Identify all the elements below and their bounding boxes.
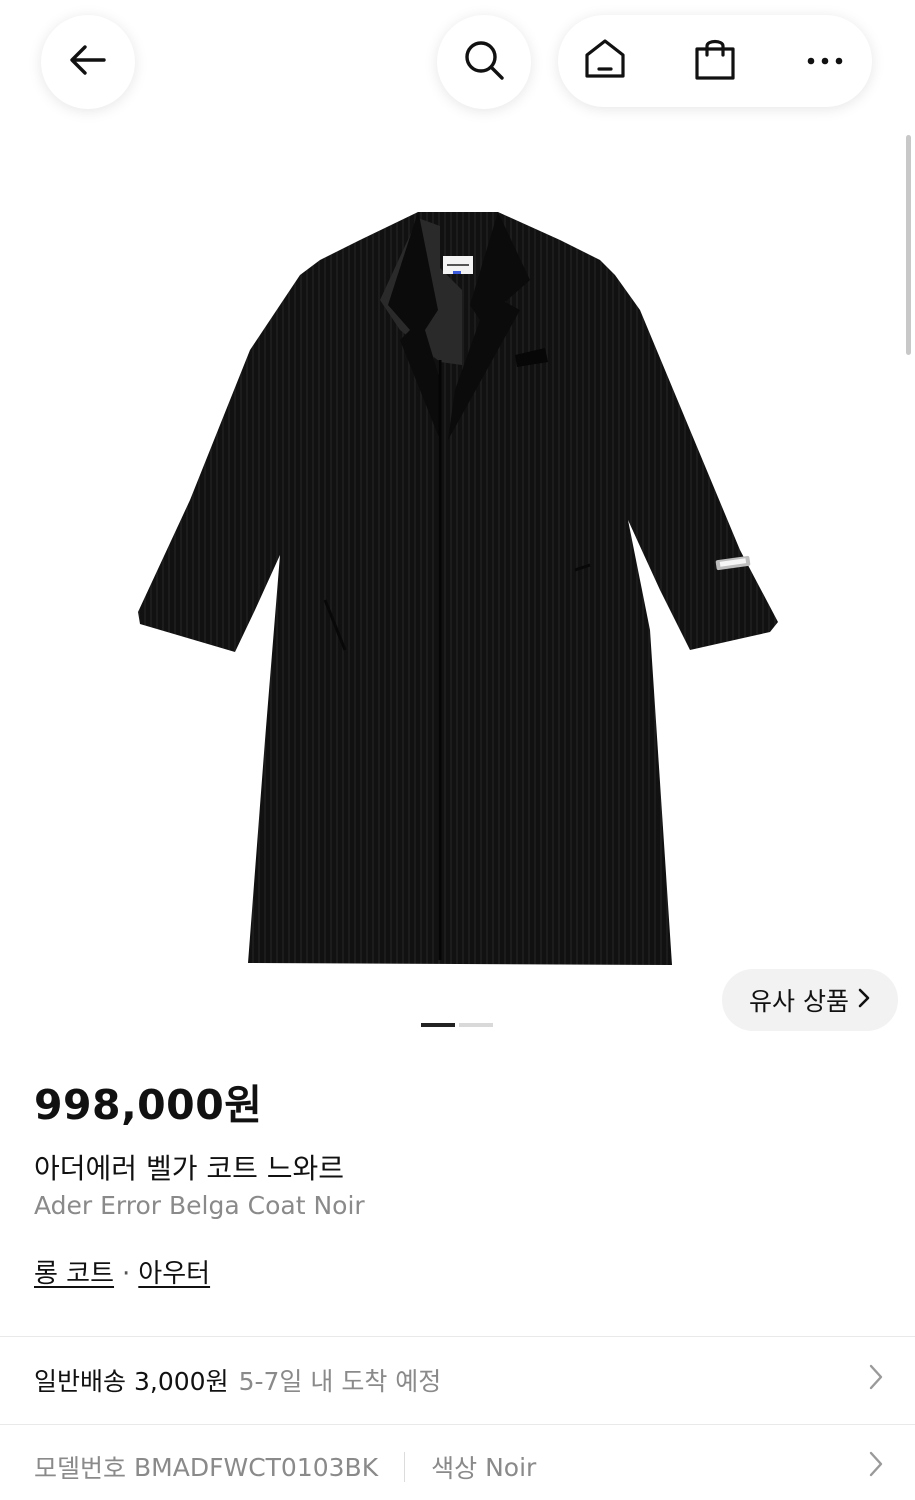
category-link-long-coat[interactable]: 롱 코트 bbox=[34, 1259, 114, 1289]
shipping-label: 일반배송 bbox=[34, 1367, 127, 1396]
search-icon bbox=[462, 38, 506, 86]
chevron-right-icon bbox=[868, 1363, 884, 1397]
color-value: Noir bbox=[485, 1452, 537, 1482]
chevron-right-icon bbox=[868, 1450, 884, 1484]
category-separator: · bbox=[122, 1259, 131, 1289]
nav-actions-group bbox=[558, 15, 872, 107]
product-name-english: Ader Error Belga Coat Noir bbox=[34, 1191, 365, 1220]
chevron-right-icon bbox=[857, 986, 871, 1015]
arrow-left-icon bbox=[66, 38, 110, 86]
home-icon bbox=[582, 36, 628, 86]
more-horizontal-icon bbox=[805, 52, 845, 71]
carousel-dot[interactable] bbox=[459, 1023, 493, 1027]
shipping-info-row[interactable]: 일반배송 3,000원 5-7일 내 도착 예정 bbox=[34, 1345, 884, 1415]
home-button[interactable] bbox=[558, 15, 652, 107]
shipping-fee: 3,000원 bbox=[134, 1367, 229, 1396]
shopping-bag-icon bbox=[692, 36, 738, 86]
similar-products-label: 유사 상품 bbox=[749, 987, 849, 1016]
similar-products-button[interactable]: 유사 상품 bbox=[722, 969, 898, 1031]
top-navigation-bar bbox=[0, 0, 915, 130]
divider-vertical bbox=[404, 1452, 406, 1482]
color-label: 색상 bbox=[431, 1454, 478, 1483]
model-color-row[interactable]: 모델번호 BMADFWCT0103BK 색상 Noir bbox=[34, 1434, 884, 1500]
product-price: 998,000원 bbox=[34, 1081, 263, 1129]
product-image bbox=[138, 212, 778, 965]
search-button[interactable] bbox=[437, 15, 531, 109]
cart-button[interactable] bbox=[668, 15, 762, 107]
product-name-korean: 아더에러 벨가 코트 느와르 bbox=[34, 1152, 345, 1185]
category-link-outer[interactable]: 아우터 bbox=[138, 1259, 210, 1289]
model-number-label: 모델번호 bbox=[34, 1454, 127, 1483]
carousel-dot-active[interactable] bbox=[421, 1023, 455, 1027]
product-image-carousel[interactable] bbox=[0, 130, 915, 1040]
model-number-value: BMADFWCT0103BK bbox=[134, 1452, 379, 1482]
divider bbox=[0, 1336, 915, 1337]
scrollbar[interactable] bbox=[906, 135, 911, 355]
more-button[interactable] bbox=[778, 15, 872, 107]
shipping-eta: 5-7일 내 도착 예정 bbox=[238, 1367, 442, 1396]
back-button[interactable] bbox=[41, 15, 135, 109]
divider bbox=[0, 1424, 915, 1425]
category-breadcrumb: 롱 코트 · 아우터 bbox=[34, 1253, 210, 1290]
